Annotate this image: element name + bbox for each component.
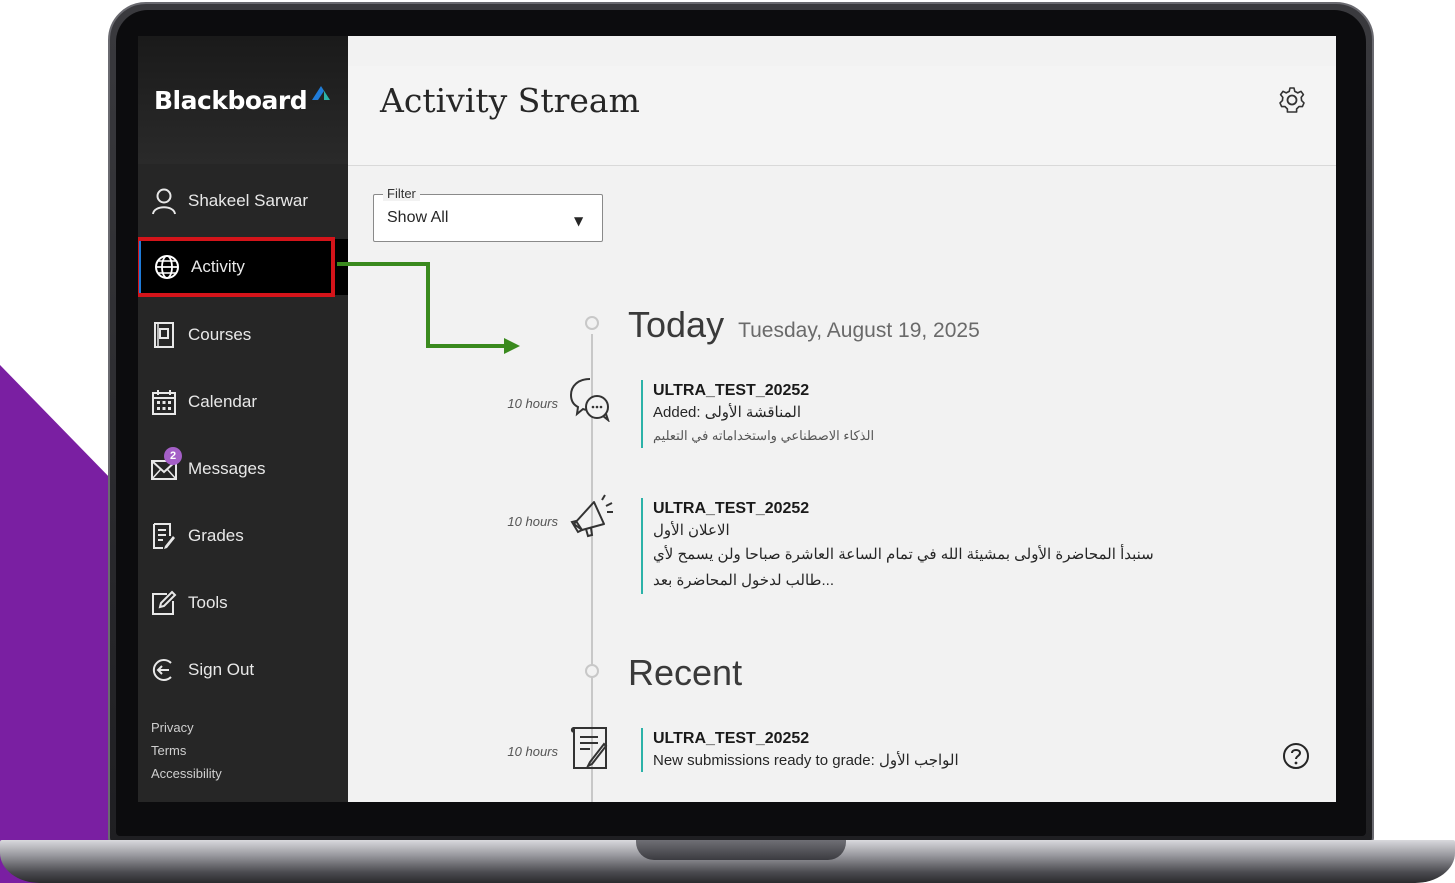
help-icon[interactable]: [1282, 742, 1310, 770]
main-content: Activity Stream Filter Show All ▼ Today T…: [348, 36, 1336, 802]
discussion-icon: [569, 378, 610, 422]
page-header: Activity Stream: [348, 66, 1336, 166]
calendar-icon: [150, 388, 178, 416]
sidebar-item-courses[interactable]: Courses: [138, 307, 348, 363]
sidebar-item-label: Messages: [188, 459, 266, 478]
sidebar-item-label: Courses: [188, 325, 252, 344]
sidebar-item-label: Activity: [191, 257, 245, 276]
recent-header: Recent: [628, 652, 742, 694]
sidebar-item-calendar[interactable]: Calendar: [138, 374, 348, 430]
entry-time: 10 hours: [507, 744, 558, 759]
message-count-badge: 2: [164, 447, 182, 465]
page-title: Activity Stream: [380, 81, 640, 120]
entry-description-continued: ...طالب لدخول المحاضرة بعد: [653, 572, 834, 589]
entry-course[interactable]: ULTRA_TEST_20252: [653, 498, 1154, 520]
sidebar-item-activity[interactable]: Activity: [138, 239, 348, 295]
sidebar-item-label: Shakeel Sarwar: [188, 191, 309, 210]
timeline-dot: [585, 664, 599, 678]
brand-header: Blackboard: [138, 36, 348, 164]
entry-title[interactable]: New submissions ready to grade: الواجب ا…: [653, 750, 959, 772]
brand-logo-text: Blackboard: [154, 86, 308, 115]
today-header: Today Tuesday, August 19, 2025: [628, 304, 980, 346]
laptop-notch: [636, 840, 846, 860]
gear-icon[interactable]: [1278, 86, 1306, 114]
accessibility-link[interactable]: Accessibility: [151, 762, 222, 785]
sidebar-item-label: Tools: [188, 593, 228, 612]
screen: Blackboard Shakeel Sarwar Activity Cours…: [138, 36, 1336, 802]
entry-body: ULTRA_TEST_20252 New submissions ready t…: [641, 728, 959, 772]
sign-out-icon: [150, 656, 178, 684]
entry-title[interactable]: الاعلان الأول: [653, 520, 1154, 542]
filter-value: Show All: [387, 209, 449, 226]
envelope-icon: 2: [150, 447, 182, 483]
book-icon: [150, 321, 178, 349]
announcement-icon: [570, 494, 613, 538]
sidebar-footer: Privacy Terms Accessibility: [151, 716, 222, 785]
entry-description: سنبدأ المحاضرة الأولى بمشيئة الله في تما…: [653, 546, 1154, 563]
today-date: Tuesday, August 19, 2025: [738, 319, 980, 342]
filter-label: Filter: [383, 186, 420, 201]
recent-label: Recent: [628, 652, 743, 693]
chevron-down-icon: ▼: [574, 214, 584, 228]
sidebar-item-grades[interactable]: Grades: [138, 508, 348, 564]
entry-description: الذكاء الاصطناعي واستخداماته في التعليم: [653, 428, 875, 443]
brand-logo-icon: [312, 86, 330, 100]
today-label: Today: [628, 304, 725, 345]
filter-select[interactable]: Filter Show All ▼: [373, 186, 603, 242]
sidebar: Blackboard Shakeel Sarwar Activity Cours…: [138, 36, 348, 802]
entry-title[interactable]: Added: المناقشة الأولى: [653, 402, 874, 424]
globe-icon: [153, 253, 181, 281]
terms-link[interactable]: Terms: [151, 739, 222, 762]
sidebar-item-sign-out[interactable]: Sign Out: [138, 642, 348, 698]
sidebar-item-label: Grades: [188, 526, 244, 545]
sidebar-item-label: Calendar: [188, 392, 257, 411]
privacy-link[interactable]: Privacy: [151, 716, 222, 739]
sidebar-item-user[interactable]: Shakeel Sarwar: [138, 173, 348, 229]
entry-course[interactable]: ULTRA_TEST_20252: [653, 380, 874, 402]
edit-icon: [150, 589, 178, 617]
timeline-dot: [585, 316, 599, 330]
entry-body: ULTRA_TEST_20252 الاعلان الأول سنبدأ الم…: [641, 498, 1154, 594]
entry-body: ULTRA_TEST_20252 Added: المناقشة الأولى …: [641, 380, 874, 448]
user-icon: [150, 187, 178, 215]
sidebar-item-label: Sign Out: [188, 660, 255, 679]
entry-course[interactable]: ULTRA_TEST_20252: [653, 728, 959, 750]
entry-time: 10 hours: [507, 396, 558, 411]
entry-time: 10 hours: [507, 514, 558, 529]
grades-icon: [150, 522, 178, 550]
sidebar-item-messages[interactable]: 2 Messages: [138, 441, 348, 497]
assignment-icon: [570, 727, 608, 769]
sidebar-item-tools[interactable]: Tools: [138, 575, 348, 631]
